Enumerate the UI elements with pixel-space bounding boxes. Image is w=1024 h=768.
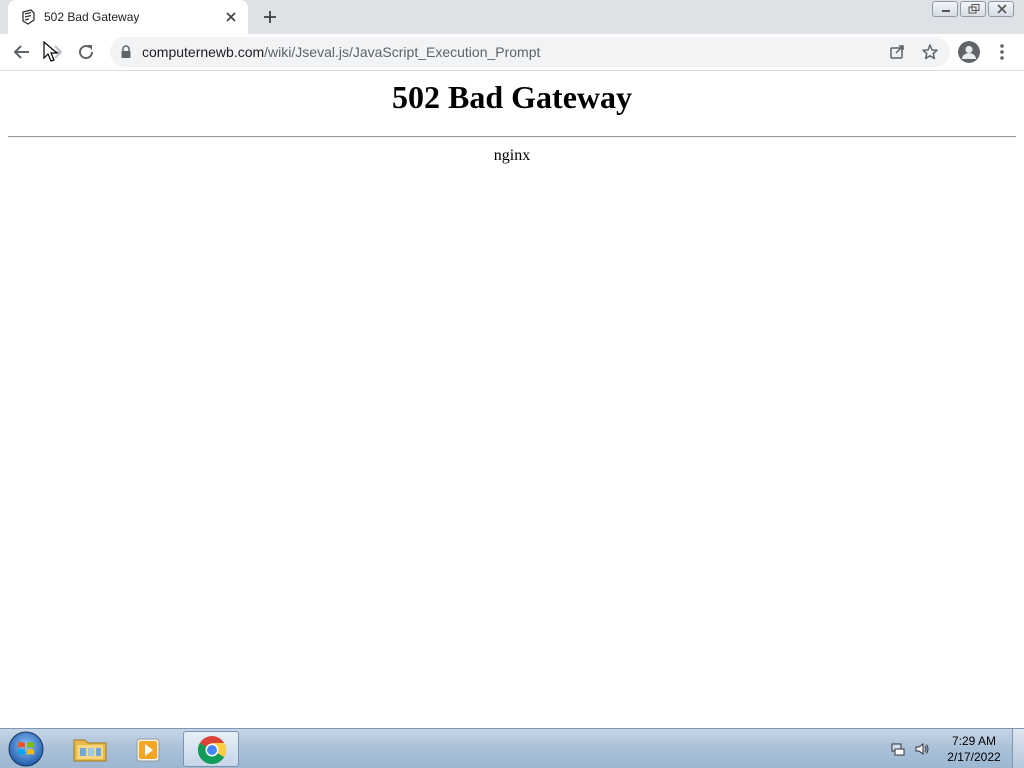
restore-icon (968, 4, 980, 14)
folder-icon (73, 739, 107, 762)
tab-title: 502 Bad Gateway (44, 10, 140, 24)
minimize-button[interactable] (932, 1, 958, 17)
close-window-button[interactable] (988, 1, 1014, 17)
network-icon[interactable] (890, 741, 906, 757)
new-tab-icon[interactable] (261, 8, 279, 26)
back-arrow-icon[interactable] (12, 42, 32, 62)
address-bar[interactable]: computernewb.com/wiki/Jseval.js/JavaScri… (110, 37, 950, 67)
taskbar-media-player[interactable] (122, 731, 178, 767)
site-favicon-icon (22, 9, 35, 25)
taskbar: 7:29 AM 2/17/2022 (0, 728, 1024, 768)
browser-tab[interactable]: 502 Bad Gateway (8, 0, 248, 34)
close-window-icon (997, 4, 1007, 14)
taskbar-file-explorer[interactable] (62, 731, 118, 767)
window-controls (930, 1, 1014, 17)
clock-date: 2/17/2022 (947, 750, 1001, 764)
more-menu-icon[interactable] (995, 42, 1009, 62)
volume-icon[interactable] (914, 741, 930, 757)
reload-icon[interactable] (76, 42, 96, 62)
divider (8, 136, 1016, 138)
lock-icon[interactable] (120, 45, 132, 59)
tab-strip: 502 Bad Gateway (0, 0, 1024, 34)
url-text[interactable]: computernewb.com/wiki/Jseval.js/JavaScri… (142, 44, 540, 60)
minimize-icon (942, 10, 950, 12)
close-tab-icon[interactable] (223, 9, 239, 25)
start-button-icon[interactable] (6, 730, 46, 768)
show-desktop-button[interactable] (1012, 729, 1024, 768)
profile-icon (958, 41, 980, 63)
taskbar-chrome[interactable] (183, 731, 239, 767)
error-heading: 502 Bad Gateway (392, 79, 632, 115)
restore-button[interactable] (960, 1, 986, 17)
mouse-cursor-icon (43, 41, 59, 62)
system-clock[interactable]: 7:29 AM 2/17/2022 (940, 733, 1008, 765)
server-name: nginx (493, 147, 531, 164)
bookmark-star-icon[interactable] (921, 43, 939, 61)
page-content: 502 Bad Gateway nginx (0, 71, 1024, 728)
share-icon[interactable] (888, 43, 906, 61)
browser-toolbar: computernewb.com/wiki/Jseval.js/JavaScri… (0, 34, 1024, 71)
clock-time: 7:29 AM (951, 734, 997, 748)
profile-avatar[interactable] (958, 41, 980, 63)
url-host: computernewb.com (142, 44, 265, 60)
chrome-icon (198, 736, 226, 764)
url-path: /wiki/Jseval.js/JavaScript_Execution_Pro… (264, 44, 541, 60)
media-player-icon (136, 738, 160, 762)
